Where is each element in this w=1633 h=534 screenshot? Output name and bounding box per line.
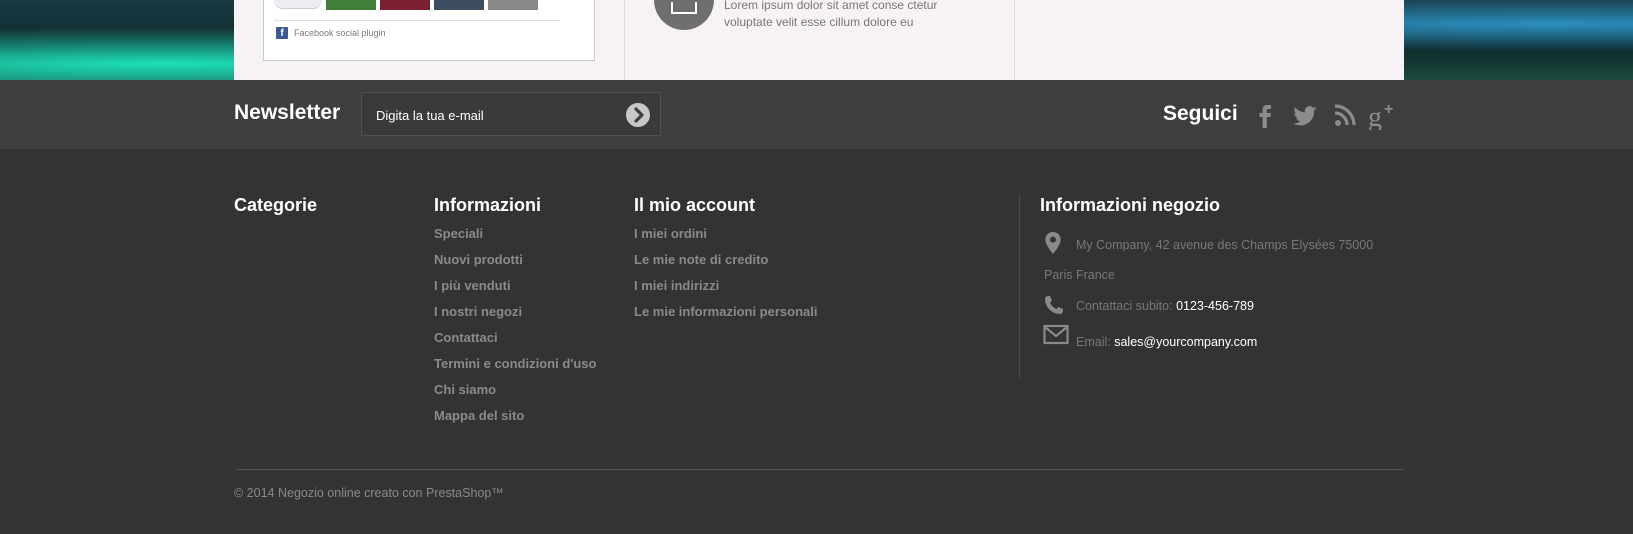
column-divider <box>1014 0 1015 80</box>
facebook-widget: f Facebook social plugin <box>263 0 595 61</box>
map-marker-icon <box>1044 231 1062 260</box>
info-title: Informazioni <box>434 195 541 215</box>
account-list: I miei ordini Le mie note di credito I m… <box>634 221 817 325</box>
top-content-panel: f Facebook social plugin Lorem ipsum dol… <box>234 0 1404 80</box>
footer-link-ordini[interactable]: I miei ordini <box>634 221 817 247</box>
phone-number[interactable]: 0123-456-789 <box>1176 299 1254 313</box>
footer-link-info-personali[interactable]: Le mie informazioni personali <box>634 299 817 325</box>
follow-title: Seguici <box>1163 102 1238 125</box>
footer-link-chi-siamo[interactable]: Chi siamo <box>434 377 596 403</box>
twitter-icon[interactable] <box>1290 100 1320 130</box>
lorem-text: Lorem ipsum dolor sit amet conse ctetur … <box>724 0 938 29</box>
footer-link-contattaci[interactable]: Contattaci <box>434 325 596 351</box>
facebook-avatar <box>274 0 322 9</box>
info-list: Speciali Nuovi prodotti I più venduti I … <box>434 221 596 429</box>
footer-link-speciali[interactable]: Speciali <box>434 221 596 247</box>
facebook-plugin-link[interactable]: f Facebook social plugin <box>276 27 386 39</box>
phone-icon <box>1043 294 1065 321</box>
footer-link-termini[interactable]: Termini e condizioni d'uso <box>434 351 596 377</box>
newsletter-form <box>361 92 661 137</box>
chevron-right-icon <box>634 107 644 123</box>
store-email: Email: sales@yourcompany.com <box>1076 335 1257 349</box>
facebook-thumb[interactable] <box>488 0 538 10</box>
facebook-thumb[interactable] <box>326 0 376 10</box>
column-divider <box>1019 195 1020 378</box>
footer-link-piu-venduti[interactable]: I più venduti <box>434 273 596 299</box>
store-address-line1: My Company, 42 avenue des Champs Elysées… <box>1076 238 1374 252</box>
store-address-line2: Paris France <box>1044 268 1115 282</box>
payment-card-icon <box>654 0 714 30</box>
divider <box>274 20 560 21</box>
footer-link-nostri-negozi[interactable]: I nostri negozi <box>434 299 596 325</box>
newsletter-bar: Newsletter Seguici g+ <box>0 80 1633 149</box>
envelope-icon <box>1043 324 1069 351</box>
facebook-plugin-label: Facebook social plugin <box>294 28 386 38</box>
store-info-title: Informazioni negozio <box>1040 195 1220 215</box>
facebook-logo-icon: f <box>276 27 288 39</box>
account-title: Il mio account <box>634 195 756 215</box>
footer: Categorie Informazioni Speciali Nuovi pr… <box>0 149 1633 534</box>
footer-link-nuovi-prodotti[interactable]: Nuovi prodotti <box>434 247 596 273</box>
column-divider <box>624 0 625 80</box>
footer-link-note-credito[interactable]: Le mie note di credito <box>634 247 817 273</box>
facebook-thumb[interactable] <box>434 0 484 10</box>
newsletter-email-input[interactable] <box>374 93 618 137</box>
svg-text:g: g <box>1368 102 1382 130</box>
footer-link-mappa[interactable]: Mappa del sito <box>434 403 596 429</box>
store-phone: Contattaci subito: 0123-456-789 <box>1076 299 1254 313</box>
newsletter-title: Newsletter <box>234 101 341 124</box>
google-plus-icon[interactable]: g + <box>1368 100 1398 133</box>
copyright: © 2014 Negozio online creato con PrestaS… <box>234 486 504 500</box>
newsletter-submit-button[interactable] <box>626 103 650 127</box>
categories-title: Categorie <box>234 195 318 215</box>
facebook-icon[interactable] <box>1250 100 1280 130</box>
footer-link-indirizzi[interactable]: I miei indirizzi <box>634 273 817 299</box>
svg-text:+: + <box>1384 101 1393 118</box>
phone-label: Contattaci subito: <box>1076 299 1173 313</box>
email-label: Email: <box>1076 335 1111 349</box>
facebook-thumb[interactable] <box>380 0 430 10</box>
rss-icon[interactable] <box>1330 100 1360 130</box>
facebook-thumbnails <box>326 0 538 10</box>
footer-divider <box>236 469 1404 470</box>
email-link[interactable]: sales@yourcompany.com <box>1114 335 1257 349</box>
